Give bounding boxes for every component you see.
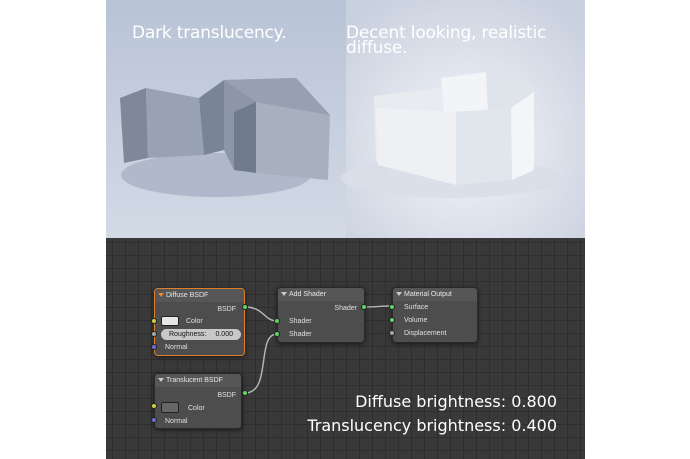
translucent-output-label: BSDF [217, 392, 236, 399]
translucent-normal-label: Normal [165, 418, 188, 425]
translucent-node-header[interactable]: Translucent BSDF [155, 374, 241, 387]
diffuse-color-swatch[interactable] [161, 316, 179, 326]
add-shader-header[interactable]: Add Shader [278, 288, 364, 301]
diffuse-bsdf-output-socket[interactable] [242, 304, 248, 310]
add-shader-input-2-socket[interactable] [274, 331, 280, 337]
link-diffuse-to-add [244, 306, 278, 322]
diffuse-bsdf-node[interactable]: Diffuse BSDF BSDF Color Roughness: 0.000… [154, 288, 245, 356]
roughness-label: Roughness: [169, 331, 207, 338]
translucent-color-label: Color [188, 405, 205, 412]
diffuse-normal-label: Normal [165, 344, 188, 351]
surface-label: Surface [404, 304, 429, 311]
roughness-field[interactable]: Roughness: 0.000 [161, 329, 241, 340]
volume-label: Volume [404, 317, 428, 324]
diffuse-node-header[interactable]: Diffuse BSDF [155, 289, 244, 302]
collapse-triangle-icon[interactable] [281, 292, 287, 296]
add-shader-output-label: Shader [334, 305, 357, 312]
left-panels [120, 78, 330, 197]
diffuse-brightness-text: Diffuse brightness: 0.800 [355, 392, 557, 411]
translucency-brightness-text: Translucency brightness: 0.400 [307, 416, 557, 435]
diffuse-node-title: Diffuse BSDF [166, 292, 209, 299]
translucent-node-title: Translucent BSDF [166, 377, 223, 384]
surface-socket[interactable] [389, 304, 395, 310]
add-shader-input-2-label: Shader [289, 331, 312, 338]
left-caption: Dark translucency. [132, 23, 287, 43]
volume-socket[interactable] [389, 317, 395, 323]
translucent-bsdf-node[interactable]: Translucent BSDF BSDF Color Normal [154, 373, 242, 429]
roughness-value: 0.000 [215, 331, 233, 338]
right-caption-line-2: diffuse. [346, 38, 408, 58]
collapse-triangle-icon[interactable] [158, 378, 164, 382]
node-editor[interactable]: Diffuse BSDF BSDF Color Roughness: 0.000… [106, 238, 585, 459]
diffuse-color-socket[interactable] [151, 318, 157, 324]
add-shader-title: Add Shader [289, 291, 326, 298]
link-translucent-to-add [244, 333, 278, 394]
material-output-header[interactable]: Material Output [393, 288, 477, 301]
material-output-node[interactable]: Material Output Surface Volume Displacem… [392, 287, 478, 343]
diffuse-color-label: Color [186, 318, 203, 325]
diffuse-output-label: BSDF [217, 306, 236, 313]
material-output-title: Material Output [404, 291, 452, 298]
translucent-bsdf-output-socket[interactable] [242, 390, 248, 396]
collapse-triangle-icon[interactable] [158, 293, 164, 297]
diffuse-roughness-socket[interactable] [151, 331, 157, 337]
diffuse-normal-socket[interactable] [151, 344, 157, 350]
add-shader-output-socket[interactable] [361, 304, 367, 310]
collapse-triangle-icon[interactable] [396, 292, 402, 296]
translucent-color-socket[interactable] [151, 403, 157, 409]
add-shader-node[interactable]: Add Shader Shader Shader Shader [277, 287, 365, 343]
add-shader-input-1-label: Shader [289, 318, 312, 325]
add-shader-input-1-socket[interactable] [274, 318, 280, 324]
translucent-color-swatch[interactable] [161, 402, 179, 413]
translucent-normal-socket[interactable] [151, 417, 157, 423]
displacement-socket[interactable] [389, 330, 395, 336]
displacement-label: Displacement [404, 330, 447, 337]
render-preview: Dark translucency. Decent looking, reali… [106, 0, 585, 238]
